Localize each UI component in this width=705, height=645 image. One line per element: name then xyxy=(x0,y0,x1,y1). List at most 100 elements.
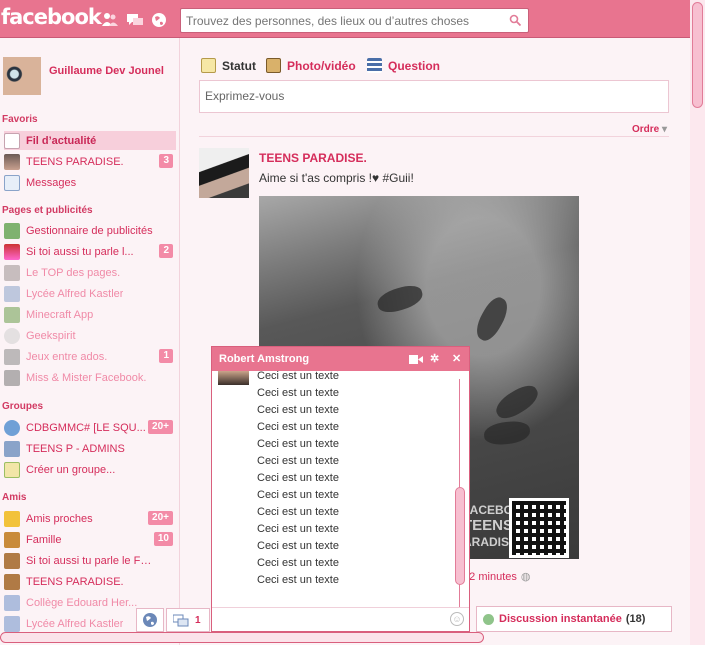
page-thumbnail-icon xyxy=(4,348,20,365)
chat-message-input[interactable]: ☺ xyxy=(212,607,469,631)
school-icon xyxy=(4,594,20,611)
chat-avatar xyxy=(218,371,249,385)
tab-status[interactable]: Statut xyxy=(201,58,256,73)
chat-sidebar-tab[interactable]: Discussion instantanée (18) xyxy=(476,606,672,632)
notifications-globe-icon[interactable] xyxy=(150,11,168,29)
sort-label: Ordre xyxy=(632,124,660,135)
count-badge: 20+ xyxy=(148,420,173,434)
create-group-icon xyxy=(4,461,20,478)
chat-bubbles-icon xyxy=(173,614,189,627)
question-icon xyxy=(367,58,382,73)
horizontal-scrollbar[interactable] xyxy=(0,632,484,643)
post-timestamp[interactable]: a 2 minutes ◍ xyxy=(460,570,530,583)
tab-question[interactable]: Question xyxy=(367,58,440,73)
left-sidebar: Guillaume Dev Jounel Favoris Fil d’actua… xyxy=(0,38,180,645)
chat-title[interactable]: Robert Amstrong xyxy=(219,353,309,365)
chat-message: Ceci est un texte xyxy=(257,557,339,569)
online-status-icon xyxy=(483,613,494,625)
facebook-logo[interactable]: facebook xyxy=(1,5,102,29)
privacy-globe-icon[interactable]: ◍ xyxy=(521,571,531,583)
chat-message: Ceci est un texte xyxy=(257,370,339,382)
sidebar-item-page[interactable]: Le TOP des pages. xyxy=(4,263,176,282)
sidebar-item-label: Minecraft App xyxy=(26,308,94,321)
sidebar-item-page[interactable]: Geekspirit xyxy=(4,326,176,345)
page-thumbnail-icon xyxy=(4,153,20,170)
photo-icon xyxy=(266,58,281,73)
sidebar-item-messages[interactable]: Messages xyxy=(4,173,176,192)
sidebar-item-label: Lycée Alfred Kastler xyxy=(26,617,124,630)
gear-icon[interactable]: ✲ xyxy=(430,352,439,365)
sidebar-item-teens-paradise[interactable]: TEENS PARADISE. 3 xyxy=(4,152,176,171)
chat-tab-count: (18) xyxy=(625,613,646,625)
chat-message: Ceci est un texte xyxy=(257,472,339,484)
bottom-globe-button[interactable] xyxy=(136,608,164,632)
chat-message: Ceci est un texte xyxy=(257,387,339,399)
sidebar-item-label: CDBGMMC# [LE SQU... xyxy=(26,421,146,434)
chat-message: Ceci est un texte xyxy=(257,455,339,467)
globe-icon xyxy=(143,613,157,627)
sidebar-item-label: Geekspirit xyxy=(26,329,76,342)
bottom-messages-button[interactable]: 1 xyxy=(166,608,210,632)
chat-message: Ceci est un texte xyxy=(257,421,339,433)
page-thumbnail-icon xyxy=(4,243,20,260)
status-input[interactable]: Exprimez-vous xyxy=(199,80,669,113)
count-badge: 10 xyxy=(153,532,173,546)
top-bar: facebook xyxy=(0,0,705,38)
post-text: Aime si t'as compris !♥ #Guii! xyxy=(259,171,414,185)
sidebar-item-label: Si toi aussi tu parle l... xyxy=(26,245,134,258)
sidebar-item-label: Si toi aussi tu parle le Frang... xyxy=(26,554,154,567)
page-thumbnail-icon xyxy=(4,369,20,386)
pages-section-title: Pages et publicités xyxy=(2,205,93,216)
post-author[interactable]: TEENS PARADISE. xyxy=(259,151,367,165)
close-icon[interactable]: ✕ xyxy=(452,352,461,365)
profile-name[interactable]: Guillaume Dev Jounel xyxy=(49,65,169,78)
chat-message: Ceci est un texte xyxy=(257,506,339,518)
sidebar-item-page[interactable]: Jeux entre ados. 1 xyxy=(4,347,176,366)
friend-requests-icon[interactable] xyxy=(101,11,119,29)
chat-scrollbar-thumb[interactable] xyxy=(455,487,465,585)
sidebar-item-news-feed[interactable]: Fil d’actualité xyxy=(4,131,176,150)
sidebar-item-close-friends[interactable]: Amis proches 20+ xyxy=(4,509,176,528)
sidebar-item-label: TEENS PARADISE. xyxy=(26,575,124,588)
sort-dropdown[interactable]: Ordre ▾ xyxy=(632,124,667,135)
tab-photo-video[interactable]: Photo/vidéo xyxy=(266,58,356,73)
chat-header[interactable]: Robert Amstrong ✲ ✕ xyxy=(212,347,469,371)
chevron-down-icon: ▾ xyxy=(662,124,668,135)
avatar[interactable] xyxy=(3,57,41,95)
star-icon xyxy=(4,510,20,527)
sidebar-item-friend-list[interactable]: Si toi aussi tu parle le Frang... xyxy=(4,551,176,570)
messages-icon[interactable] xyxy=(126,11,144,29)
page-thumbnail-icon xyxy=(4,327,20,344)
school-icon xyxy=(4,615,20,632)
news-feed-icon xyxy=(4,132,20,149)
sidebar-item-page[interactable]: Miss & Mister Facebook. xyxy=(4,368,176,387)
sidebar-item-family[interactable]: Famille 10 xyxy=(4,530,176,549)
post-author-avatar[interactable] xyxy=(199,148,249,198)
chat-message: Ceci est un texte xyxy=(257,540,339,552)
count-badge: 20+ xyxy=(148,511,173,525)
sidebar-item-friend-list[interactable]: TEENS PARADISE. xyxy=(4,572,176,591)
search-bar[interactable] xyxy=(180,8,529,33)
page-scrollbar-thumb[interactable] xyxy=(692,2,703,108)
sidebar-item-page[interactable]: Si toi aussi tu parle l... 2 xyxy=(4,242,176,261)
tab-status-label: Statut xyxy=(222,58,256,73)
chat-message: Ceci est un texte xyxy=(257,489,339,501)
sidebar-item-group[interactable]: TEENS P - ADMINS xyxy=(4,439,176,458)
emoji-icon[interactable]: ☺ xyxy=(450,612,464,626)
sidebar-item-create-group[interactable]: Créer un groupe... xyxy=(4,460,176,479)
feed-divider xyxy=(199,136,669,137)
sidebar-item-page[interactable]: Minecraft App xyxy=(4,305,176,324)
search-icon[interactable] xyxy=(509,14,522,27)
sidebar-item-page[interactable]: Lycée Alfred Kastler xyxy=(4,284,176,303)
globe-icon xyxy=(4,419,20,436)
briefcase-icon xyxy=(4,552,20,569)
handprint xyxy=(491,380,543,424)
sidebar-item-ads-manager[interactable]: Gestionnaire de publicités xyxy=(4,221,176,240)
chat-tab-label: Discussion instantanée xyxy=(499,613,622,625)
handprint xyxy=(470,293,514,345)
search-input[interactable] xyxy=(181,9,501,32)
tab-photo-label: Photo/vidéo xyxy=(287,58,356,73)
sidebar-item-group[interactable]: CDBGMMC# [LE SQU... 20+ xyxy=(4,418,176,437)
video-call-icon[interactable] xyxy=(409,355,423,364)
sidebar-item-label: Lycée Alfred Kastler xyxy=(26,287,124,300)
